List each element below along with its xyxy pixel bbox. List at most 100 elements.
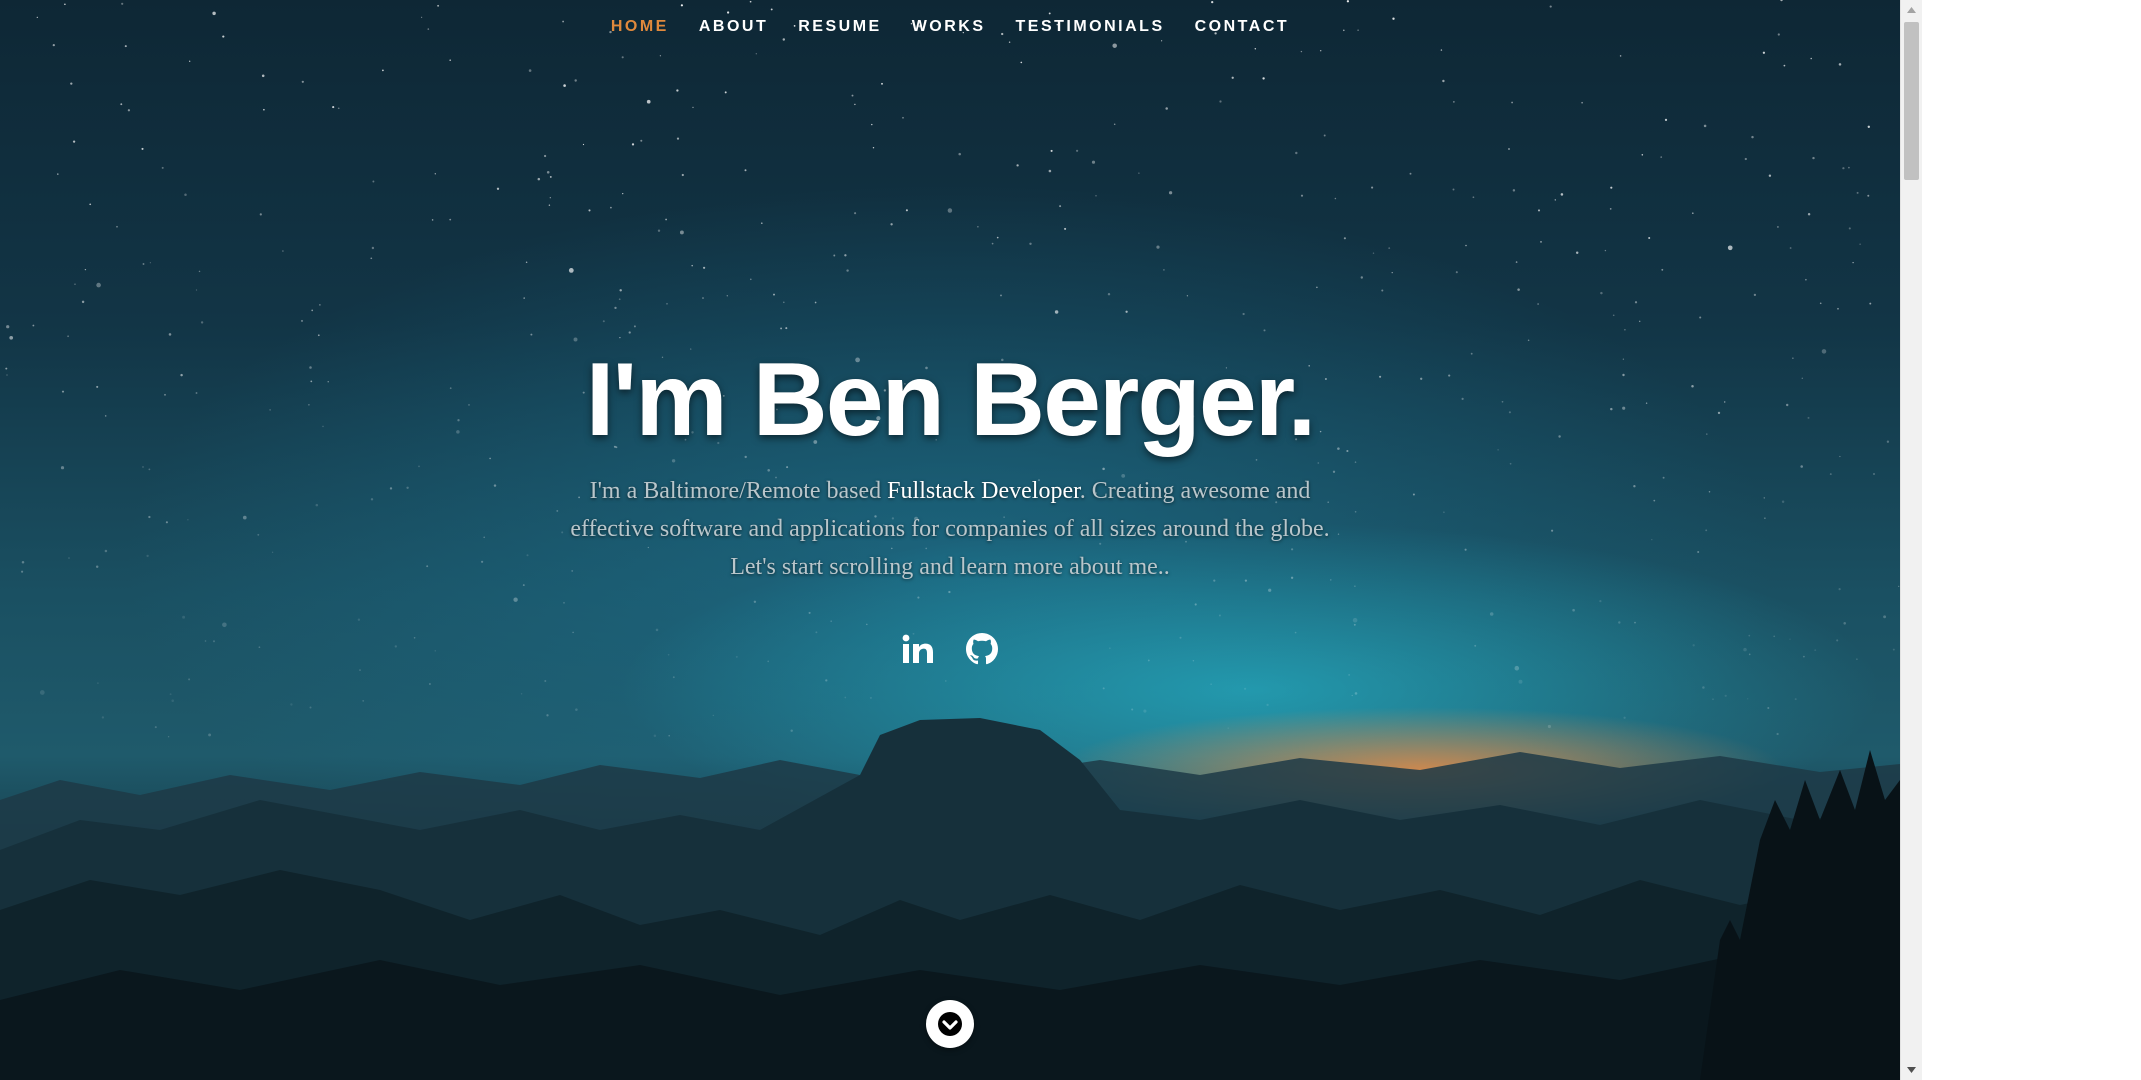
- star: [582, 143, 585, 146]
- star: [851, 94, 854, 97]
- star: [1186, 295, 1189, 297]
- star: [1095, 194, 1097, 197]
- star: [1867, 194, 1870, 197]
- star: [1168, 191, 1173, 195]
- github-link[interactable]: [965, 632, 999, 666]
- star: [1163, 269, 1165, 271]
- star: [1624, 328, 1626, 331]
- star: [372, 180, 375, 183]
- star: [1334, 197, 1337, 200]
- nav-contact[interactable]: CONTACT: [1195, 18, 1290, 36]
- star: [1113, 123, 1116, 126]
- star: [631, 143, 635, 146]
- star: [1869, 302, 1872, 305]
- star: [1348, 674, 1350, 676]
- star: [1537, 303, 1539, 305]
- star: [81, 300, 85, 304]
- star: [1263, 329, 1266, 332]
- star: [161, 166, 164, 169]
- star: [854, 212, 857, 215]
- star: [977, 225, 979, 228]
- star: [1610, 186, 1613, 189]
- star: [525, 261, 528, 264]
- star: [881, 82, 883, 85]
- star: [431, 219, 434, 221]
- star: [32, 324, 35, 327]
- star: [676, 89, 679, 92]
- star: [1381, 289, 1384, 292]
- star: [1029, 242, 1032, 246]
- intro-text: I'm a Baltimore/Remote based Fullstack D…: [550, 472, 1350, 586]
- star: [67, 335, 69, 338]
- star: [1388, 247, 1391, 249]
- star: [182, 615, 186, 619]
- star: [646, 99, 651, 104]
- page-title: I'm Ben Berger.: [585, 342, 1317, 458]
- vertical-scrollbar[interactable]: [1900, 0, 1922, 1080]
- star: [89, 203, 92, 206]
- star: [1842, 167, 1845, 170]
- star: [317, 334, 320, 337]
- star: [760, 222, 763, 225]
- scroll-down-button[interactable]: [926, 1000, 974, 1048]
- star: [261, 74, 265, 78]
- star: [1262, 77, 1265, 80]
- star: [548, 204, 551, 206]
- star: [370, 257, 373, 260]
- star: [1560, 193, 1564, 196]
- star: [917, 596, 920, 599]
- star: [1751, 135, 1754, 139]
- star: [1054, 310, 1059, 314]
- star: [773, 293, 775, 296]
- star: [1268, 588, 1272, 592]
- nav-about[interactable]: ABOUT: [699, 18, 768, 36]
- star: [332, 106, 335, 109]
- scroll-down-arrow[interactable]: [1901, 1060, 1922, 1080]
- banner: I'm Ben Berger. I'm a Baltimore/Remote b…: [0, 340, 1900, 586]
- nav-works[interactable]: WORKS: [912, 18, 986, 36]
- star: [1000, 294, 1002, 297]
- star: [1455, 271, 1458, 274]
- star: [665, 218, 667, 221]
- star: [1634, 301, 1638, 304]
- star: [996, 236, 999, 239]
- star: [808, 611, 811, 614]
- star: [780, 327, 783, 330]
- star: [1599, 600, 1602, 603]
- star: [1409, 172, 1412, 175]
- nav-home[interactable]: HOME: [611, 18, 669, 36]
- star: [6, 325, 10, 329]
- star: [1107, 292, 1111, 296]
- star: [588, 209, 591, 212]
- linkedin-link[interactable]: [901, 632, 935, 666]
- star: [902, 116, 904, 119]
- star: [1391, 271, 1393, 274]
- star: [1515, 261, 1518, 263]
- star: [1343, 237, 1346, 240]
- star: [1194, 603, 1197, 606]
- star: [359, 669, 361, 672]
- star: [1452, 188, 1455, 191]
- nav-testimonials[interactable]: TESTIMONIALS: [1016, 18, 1165, 36]
- star: [1323, 134, 1326, 137]
- star: [1789, 247, 1792, 249]
- star: [563, 84, 566, 87]
- star: [1572, 608, 1575, 612]
- star: [676, 137, 680, 140]
- star: [783, 301, 785, 304]
- github-icon: [966, 633, 998, 665]
- scroll-up-arrow[interactable]: [1901, 0, 1922, 20]
- nav-resume[interactable]: RESUME: [798, 18, 881, 36]
- scrollbar-thumb[interactable]: [1904, 22, 1919, 180]
- star: [142, 263, 145, 265]
- star: [1295, 151, 1298, 155]
- star: [947, 208, 953, 213]
- star: [1517, 288, 1520, 291]
- star: [866, 623, 868, 626]
- star: [120, 103, 123, 106]
- star: [854, 103, 856, 106]
- star: [610, 206, 612, 209]
- star: [1156, 245, 1160, 249]
- star: [1848, 227, 1851, 230]
- star: [1768, 174, 1772, 177]
